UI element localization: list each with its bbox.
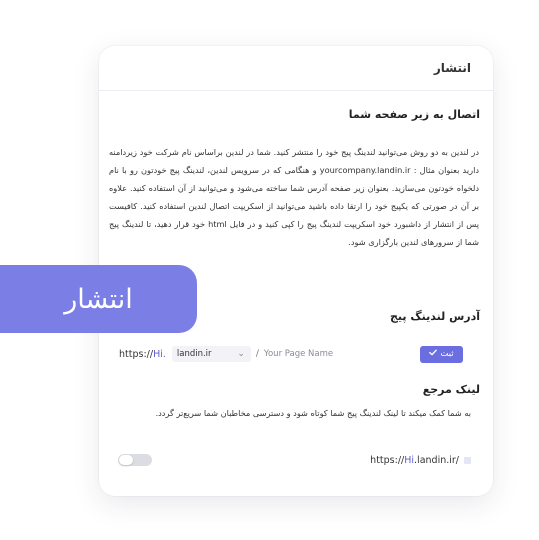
publish-badge-label: انتشار xyxy=(64,283,133,315)
toggle-knob xyxy=(119,455,133,465)
submit-label: ثبت xyxy=(440,349,454,359)
address-prefix: https://Hi. xyxy=(119,349,166,360)
subdomain-description: در لندین به دو روش می‌توانید لندینگ پیج … xyxy=(109,147,479,247)
page-name-input[interactable] xyxy=(261,345,416,363)
address-section-title: آدرس لندینگ پیج xyxy=(390,310,480,323)
reference-url: https://Hi.landin.ir/ xyxy=(370,455,459,466)
address-prefix-protocol: https:// xyxy=(119,348,154,360)
domain-select[interactable]: landin.ir ⌄ xyxy=(171,346,251,362)
address-slash: / xyxy=(255,349,259,359)
card-title: انتشار xyxy=(433,61,471,75)
reference-section-title: لینک مرجع xyxy=(422,383,480,396)
reference-url-subdomain: Hi xyxy=(404,454,415,466)
chevron-down-icon: ⌄ xyxy=(237,349,245,359)
reference-link-row: https://Hi.landin.ir/ xyxy=(118,451,471,469)
card-header: انتشار xyxy=(99,46,493,91)
publish-badge: انتشار xyxy=(0,265,197,333)
reference-link-toggle[interactable] xyxy=(118,454,152,466)
link-marker-icon xyxy=(464,456,471,464)
address-prefix-subdomain: Hi. xyxy=(153,348,166,360)
reference-url-domain: .landin.ir/ xyxy=(414,454,459,466)
reference-description: به شما کمک میکند تا لینک لندینگ پیج شما … xyxy=(155,408,471,418)
domain-select-value: landin.ir xyxy=(176,349,212,359)
check-icon xyxy=(429,349,438,359)
subdomain-section-title: اتصال به زیر صفحه شما xyxy=(348,108,480,121)
submit-button[interactable]: ثبت xyxy=(420,345,463,363)
reference-url-protocol: https:// xyxy=(370,454,405,466)
landing-address-row: https://Hi. landin.ir ⌄ / ثبت xyxy=(119,344,463,364)
